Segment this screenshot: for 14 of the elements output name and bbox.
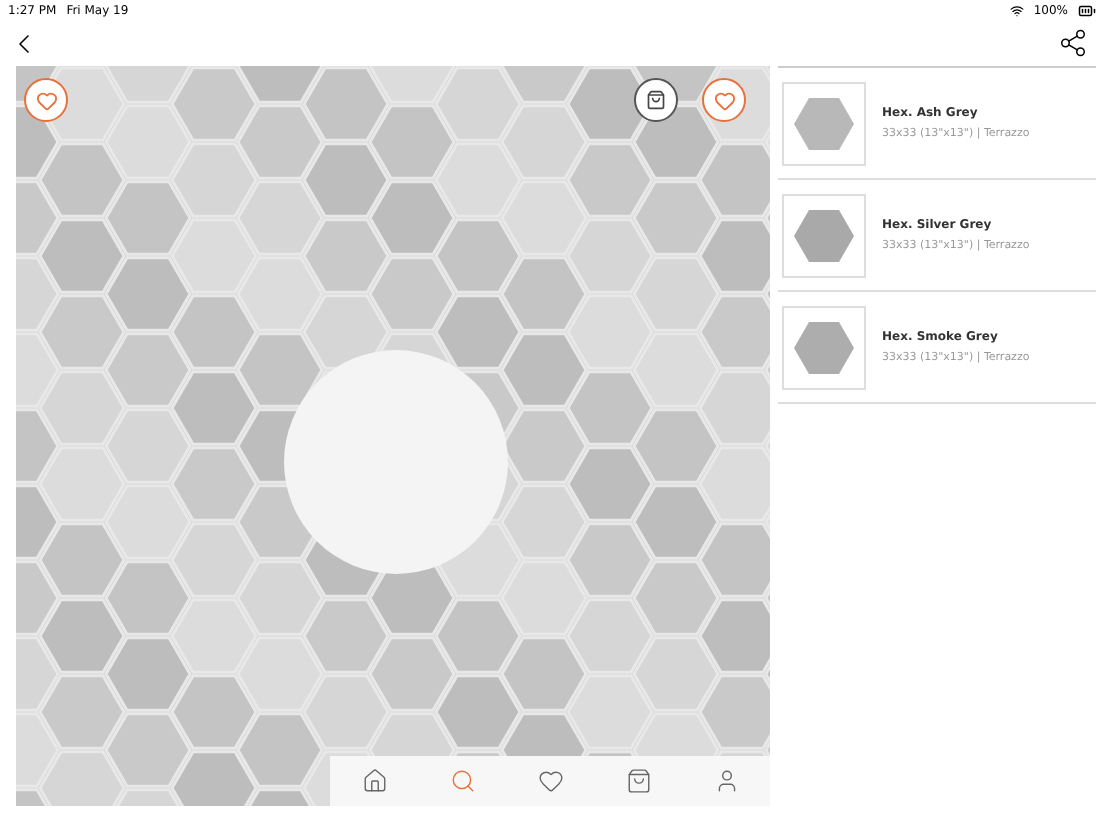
battery-icon: [1078, 1, 1096, 19]
product-thumbnail: [782, 305, 866, 389]
share-icon[interactable]: [1058, 28, 1088, 58]
home-icon: [361, 768, 387, 794]
product-thumbnail: [782, 81, 866, 165]
heart-icon: [713, 89, 735, 111]
profile-icon: [713, 768, 739, 794]
favorites-icon: [537, 768, 563, 794]
bag-icon: [646, 90, 666, 110]
heart-icon: [35, 89, 57, 111]
search-icon: [449, 768, 475, 794]
bag-icon: [625, 768, 651, 794]
wifi-icon: [1009, 3, 1024, 17]
product-thumbnail: [782, 193, 866, 277]
